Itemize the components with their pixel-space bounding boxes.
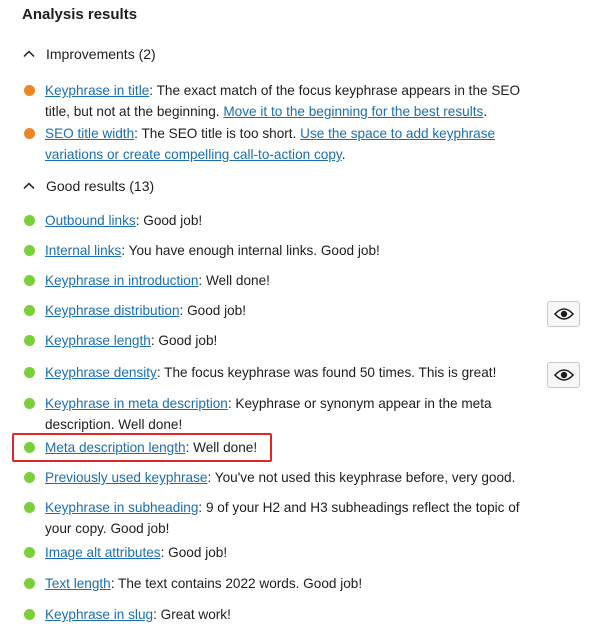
page-title: Analysis results [22, 6, 138, 23]
green-bullet-icon [24, 367, 35, 378]
keyphrase-in-subheading-link[interactable]: Keyphrase in subheading [45, 500, 198, 515]
previously-used-keyphrase-link[interactable]: Previously used keyphrase [45, 470, 207, 485]
green-bullet-icon [24, 215, 35, 226]
result-item-keyphrase-in-subheading: Keyphrase in subheading: 9 of your H2 an… [24, 497, 539, 539]
result-item-internal-links: Internal links: You have enough internal… [24, 240, 539, 261]
green-bullet-icon [24, 547, 35, 558]
eye-button-keyphrase-density[interactable] [547, 362, 580, 388]
result-item-keyphrase-in-meta-description: Keyphrase in meta description: Keyphrase… [24, 393, 539, 435]
meta-description-length-link[interactable]: Meta description length [45, 440, 186, 455]
result-item-seo-title-width: SEO title width: The SEO title is too sh… [24, 123, 539, 165]
result-item-keyphrase-density: Keyphrase density: The focus keyphrase w… [24, 362, 539, 383]
text-length-link[interactable]: Text length [45, 576, 111, 591]
improvements-toggle[interactable]: Improvements (2) [22, 44, 156, 64]
green-bullet-icon [24, 245, 35, 256]
keyphrase-density-link[interactable]: Keyphrase density [45, 365, 157, 380]
eye-icon [553, 308, 574, 320]
result-item-keyphrase-in-slug: Keyphrase in slug: Great work! [24, 604, 539, 625]
seo-title-width-link[interactable]: SEO title width [45, 126, 134, 141]
chevron-up-icon [23, 182, 35, 190]
improvements-header: Improvements (2) [46, 46, 156, 62]
keyphrase-in-slug-link[interactable]: Keyphrase in slug [45, 607, 153, 622]
green-bullet-icon [24, 398, 35, 409]
keyphrase-in-meta-description-link[interactable]: Keyphrase in meta description [45, 396, 228, 411]
keyphrase-in-introduction-link[interactable]: Keyphrase in introduction [45, 273, 198, 288]
keyphrase-length-link[interactable]: Keyphrase length [45, 333, 151, 348]
result-item-keyphrase-length: Keyphrase length: Good job! [24, 330, 539, 351]
result-item-previously-used-keyphrase: Previously used keyphrase: You've not us… [24, 467, 539, 488]
move-to-beginning-link[interactable]: Move it to the beginning for the best re… [223, 104, 483, 119]
chevron-up-icon [23, 50, 35, 58]
result-item-keyphrase-distribution: Keyphrase distribution: Good job! [24, 300, 539, 321]
orange-bullet-icon [24, 128, 35, 139]
green-bullet-icon [24, 335, 35, 346]
orange-bullet-icon [24, 85, 35, 96]
result-item-image-alt-attributes: Image alt attributes: Good job! [24, 542, 539, 563]
green-bullet-icon [24, 472, 35, 483]
green-bullet-icon [24, 502, 35, 513]
good-results-toggle[interactable]: Good results (13) [22, 176, 154, 196]
result-item-outbound-links: Outbound links: Good job! [24, 210, 539, 231]
green-bullet-icon [24, 442, 35, 453]
good-results-header: Good results (13) [46, 178, 155, 194]
image-alt-attributes-link[interactable]: Image alt attributes [45, 545, 161, 560]
keyphrase-in-title-link[interactable]: Keyphrase in title [45, 83, 149, 98]
result-item-keyphrase-in-introduction: Keyphrase in introduction: Well done! [24, 270, 539, 291]
internal-links-link[interactable]: Internal links [45, 243, 121, 258]
green-bullet-icon [24, 578, 35, 589]
green-bullet-icon [24, 275, 35, 286]
eye-icon [553, 369, 574, 381]
result-item-text-length: Text length: The text contains 2022 word… [24, 573, 539, 594]
green-bullet-icon [24, 609, 35, 620]
keyphrase-distribution-link[interactable]: Keyphrase distribution [45, 303, 180, 318]
eye-button-keyphrase-distribution[interactable] [547, 301, 580, 327]
result-item-keyphrase-in-title: Keyphrase in title: The exact match of t… [24, 80, 539, 122]
green-bullet-icon [24, 305, 35, 316]
outbound-links-link[interactable]: Outbound links [45, 213, 136, 228]
result-item-meta-description-length: Meta description length: Well done! [24, 437, 539, 458]
